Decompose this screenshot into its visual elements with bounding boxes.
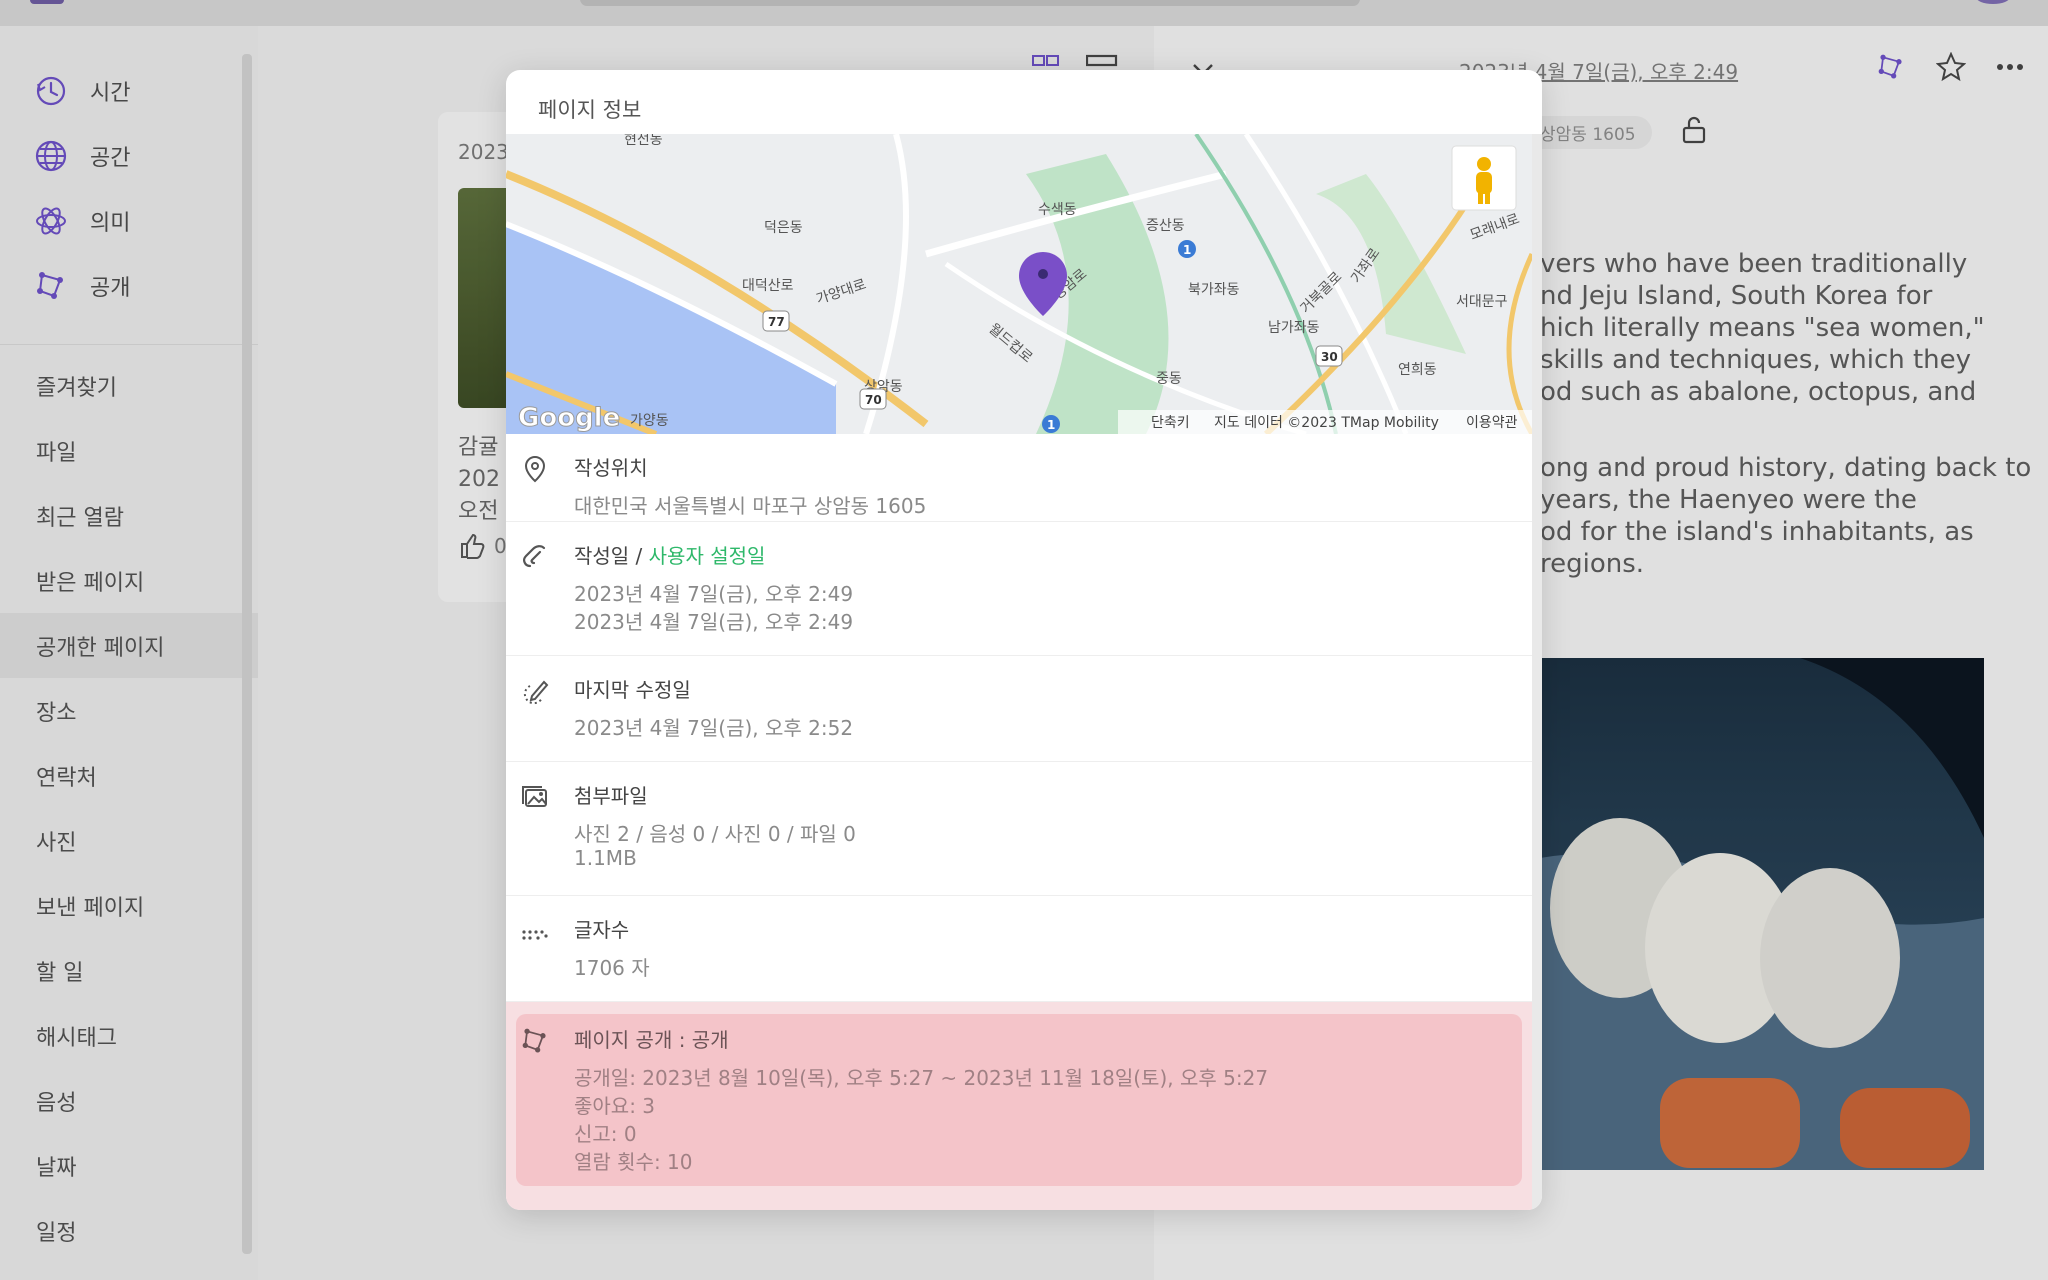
info-row-char-count: 글자수 1706 자 <box>506 896 1532 1002</box>
map-shortcuts: 단축키 <box>1151 415 1190 431</box>
map-data-attribution: 지도 데이터 ©2023 TMap Mobility <box>1214 415 1439 431</box>
attachments-size: 1.1MB <box>574 846 637 870</box>
publish-period: 공개일: 2023년 8월 10일(목), 오후 5:27 ~ 2023년 11… <box>574 1066 1269 1090</box>
modified-value: 2023년 4월 7일(금), 오후 2:52 <box>574 716 854 740</box>
map-terms: 이용약관 <box>1466 415 1518 431</box>
road-number: 70 <box>865 393 882 407</box>
dialog-title: 페이지 정보 <box>538 98 642 122</box>
custom-date-value: 2023년 4월 7일(금), 오후 2:49 <box>574 610 854 634</box>
map-label: 연희동 <box>1398 362 1437 378</box>
map-label: 증산동 <box>1146 218 1185 234</box>
custom-date-link[interactable]: 사용자 설정일 <box>649 544 766 568</box>
dialog-scrollbar[interactable] <box>1532 134 1542 1210</box>
map-label: 중동 <box>1156 371 1182 387</box>
dots-text-icon <box>522 930 548 940</box>
attachments-count: 사진 2 / 음성 0 / 사진 0 / 파일 0 <box>574 822 856 846</box>
map-label: 수색동 <box>1038 202 1077 218</box>
location-value: 대한민국 서울특별시 마포구 상암동 1605 <box>574 494 927 518</box>
info-row-created: 작성일 / 사용자 설정일 2023년 4월 7일(금), 오후 2:49 20… <box>506 522 1532 656</box>
info-label: 마지막 수정일 <box>574 678 691 702</box>
google-logo: Google <box>518 403 620 433</box>
share-network-icon <box>522 1028 546 1053</box>
map-label: 남가좌동 <box>1268 320 1320 336</box>
publish-likes: 좋아요: 3 <box>574 1094 656 1118</box>
road-number: 30 <box>1321 350 1338 364</box>
info-row-publish: 페이지 공개 : 공개 공개일: 2023년 8월 10일(목), 오후 5:2… <box>506 1002 1532 1210</box>
info-label: 페이지 공개 : 공개 <box>574 1028 729 1052</box>
map-label: 북가좌동 <box>1188 282 1240 298</box>
map-pin-icon <box>524 455 546 483</box>
info-row-modified: 마지막 수정일 2023년 4월 7일(금), 오후 2:52 <box>506 656 1532 762</box>
map-label: 현전동 <box>624 134 663 148</box>
attach-clip-icon <box>523 545 546 568</box>
map-label: 가양동 <box>630 413 669 429</box>
publish-reports: 신고: 0 <box>574 1122 637 1146</box>
map-label: 덕은동 <box>764 220 803 236</box>
char-count-value: 1706 자 <box>574 956 650 980</box>
info-label: 글자수 <box>574 918 630 942</box>
info-row-attachments: 첨부파일 사진 2 / 음성 0 / 사진 0 / 파일 0 1.1MB <box>506 762 1532 896</box>
road-number: 1 <box>1047 418 1055 432</box>
info-label: 작성일 / 사용자 설정일 <box>574 544 766 568</box>
map-label: 대덕산로 <box>742 278 794 294</box>
created-value: 2023년 4월 7일(금), 오후 2:49 <box>574 582 854 606</box>
page-info-dialog: 페이지 정보 현전동 덕은동 수색동 증산동 대덕산로 가양대로 북가좌동 남가… <box>506 70 1542 1210</box>
road-number: 1 <box>1183 243 1191 257</box>
images-icon <box>522 786 547 807</box>
info-row-location: 작성위치 대한민국 서울특별시 마포구 상암동 1605 <box>506 434 1532 522</box>
road-number: 77 <box>768 315 785 329</box>
publish-views: 열람 횟수: 10 <box>574 1150 693 1174</box>
info-label: 작성위치 <box>574 456 648 480</box>
location-map[interactable]: 현전동 덕은동 수색동 증산동 대덕산로 가양대로 북가좌동 남가좌동 서대문구… <box>506 134 1532 434</box>
map-label: 서대문구 <box>1456 294 1508 310</box>
pencil-edit-icon <box>523 680 549 705</box>
info-label: 첨부파일 <box>574 784 648 808</box>
